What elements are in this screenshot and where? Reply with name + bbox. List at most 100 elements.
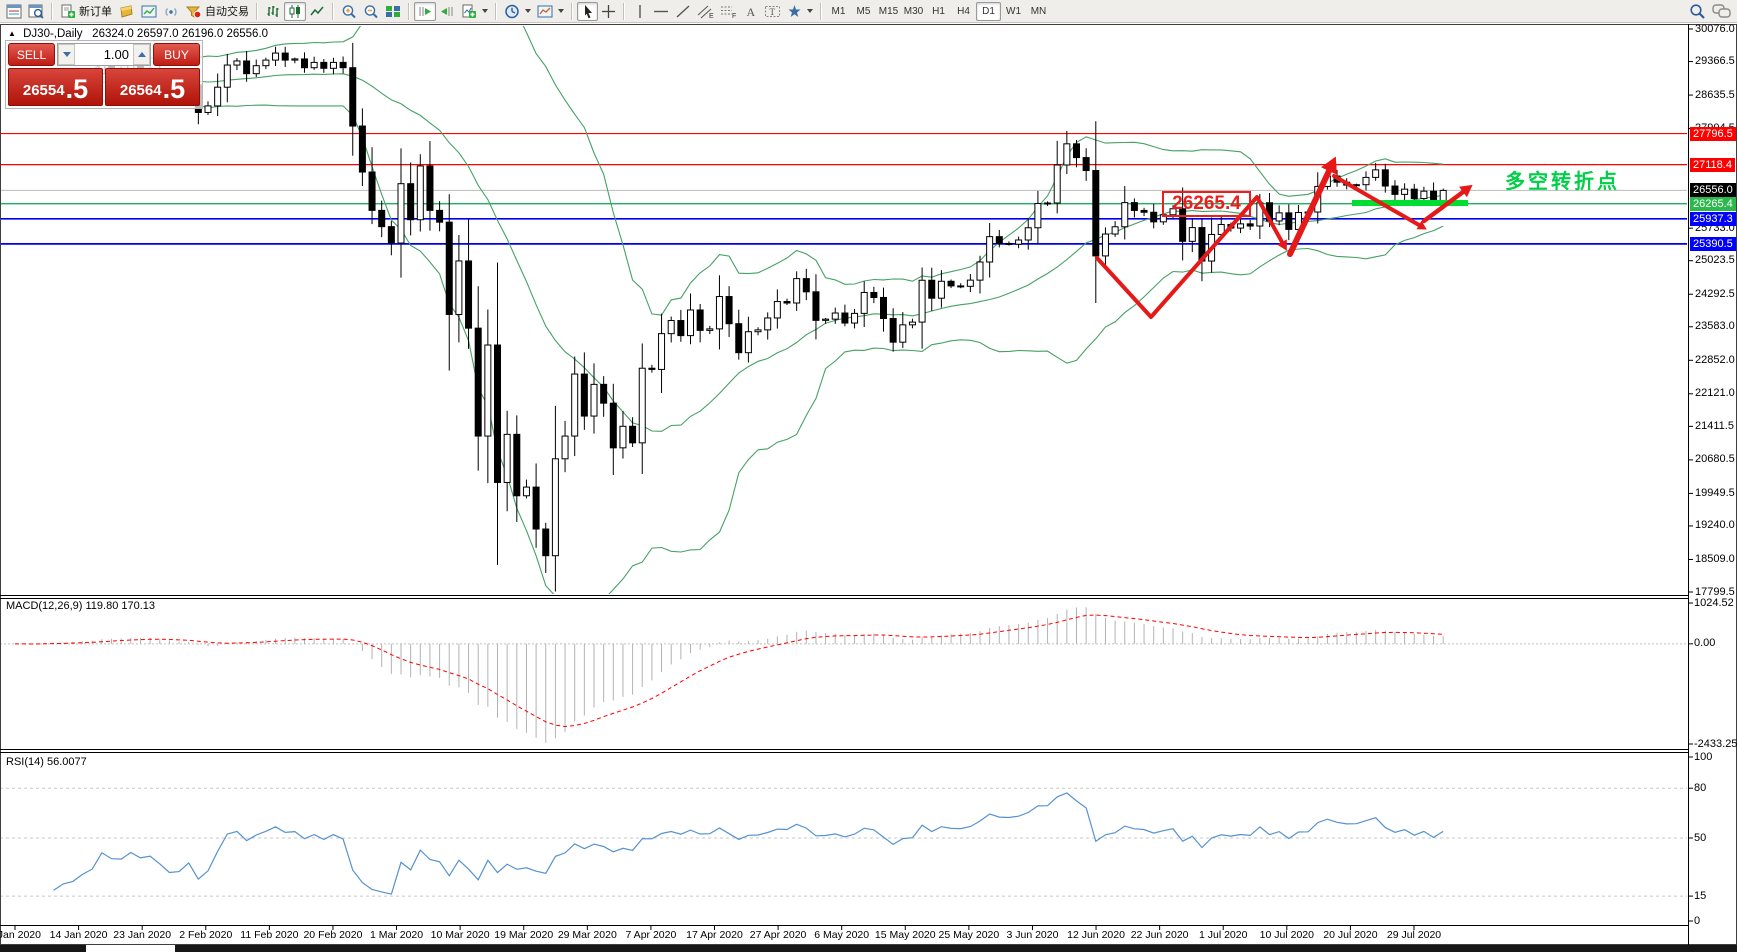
data-window-button[interactable]	[25, 2, 47, 21]
date-axis-label: 20 Feb 2020	[303, 929, 362, 941]
text-label-tool[interactable]: T	[761, 2, 784, 21]
bar-chart-icon	[265, 4, 281, 19]
macd-panel[interactable]	[0, 600, 1688, 748]
signal-icon	[163, 4, 179, 19]
cursor-tool-button[interactable]	[577, 2, 598, 21]
chart-shift-button[interactable]	[436, 2, 458, 21]
price-axis-tick: 29366.5	[1695, 55, 1735, 67]
volume-decrease-button[interactable]	[58, 44, 75, 65]
zoom-in-button[interactable]	[338, 2, 360, 21]
price-axis-tick: 22121.0	[1695, 387, 1735, 399]
sell-price-main: 26554	[23, 79, 65, 103]
timeframe-h4-button[interactable]: H4	[951, 2, 976, 21]
periods-button[interactable]	[501, 2, 534, 21]
arrows-icon	[787, 4, 802, 19]
indicator-seal-button[interactable]	[115, 2, 138, 21]
sell-button[interactable]: SELL	[8, 43, 55, 66]
tile-windows-button[interactable]	[382, 2, 404, 21]
text-icon: A	[744, 4, 757, 19]
template-icon	[537, 4, 553, 19]
market-watch-button[interactable]	[3, 2, 25, 21]
dropdown-caret	[807, 9, 813, 13]
timeframe-m1-button[interactable]: M1	[826, 2, 851, 21]
templates-button[interactable]	[534, 2, 567, 21]
chart-profile-button[interactable]	[138, 2, 160, 21]
toolbar: 新订单 自动交易	[0, 0, 1737, 23]
rsi-label: RSI(14) 56.0077	[6, 756, 87, 768]
timeframe-m15-button[interactable]: M15	[876, 2, 901, 21]
search-icon	[1689, 3, 1706, 19]
add-indicator-button[interactable]	[458, 2, 491, 21]
date-axis-label: 22 Jun 2020	[1131, 929, 1189, 941]
macd-axis-tick: -2433.25	[1694, 738, 1737, 750]
date-axis-label: 3 Jun 2020	[1006, 929, 1058, 941]
price-axis-tick: 30076.0	[1695, 23, 1735, 35]
candlestick-chart-button[interactable]	[284, 2, 306, 21]
new-order-button[interactable]: 新订单	[57, 2, 115, 21]
timeframe-group: M1M5M15M30H1H4D1W1MN	[826, 1, 1051, 22]
date-axis-label: 29 Jul 2020	[1387, 929, 1441, 941]
bottom-strip	[175, 945, 1737, 952]
equidistant-channel-tool[interactable]: E	[694, 2, 717, 21]
sell-price-button[interactable]: 26554 .5	[8, 68, 103, 106]
auto-trading-button[interactable]: 自动交易	[182, 2, 252, 21]
dropdown-caret	[482, 9, 488, 13]
bottom-strip	[0, 945, 86, 952]
buy-price-button[interactable]: 26564 .5	[105, 68, 200, 106]
signal-button[interactable]	[160, 2, 182, 21]
volume-increase-button[interactable]	[133, 44, 150, 65]
chat-button[interactable]	[1709, 2, 1734, 21]
buy-button[interactable]: BUY	[153, 43, 200, 66]
rsi-axis-tick: 50	[1694, 832, 1706, 844]
date-axis-label: 7 Apr 2020	[626, 929, 677, 941]
horizontal-line-tool[interactable]	[650, 2, 672, 21]
svg-text:A: A	[747, 5, 756, 19]
vertical-line-icon	[634, 4, 646, 19]
timeframe-h1-button[interactable]: H1	[926, 2, 951, 21]
rsi-axis-tick: 0	[1694, 915, 1700, 927]
horizontal-line-icon	[653, 4, 669, 19]
search-button[interactable]	[1686, 2, 1709, 21]
date-axis-label: 2 Feb 2020	[179, 929, 232, 941]
line-chart-button[interactable]	[306, 2, 328, 21]
one-click-trading-panel: SELL 1.00 BUY 26554 .5 26564 .5	[5, 40, 203, 109]
price-line-label: 26265.4	[1690, 197, 1736, 211]
crosshair-tool-button[interactable]	[598, 2, 619, 21]
price-axis-tick: 23583.0	[1695, 320, 1735, 332]
turning-point-annotation[interactable]: 多空转折点	[1505, 165, 1620, 194]
timeframe-w1-button[interactable]: W1	[1001, 2, 1026, 21]
fibonacci-tool[interactable]: F	[717, 2, 740, 21]
vertical-line-tool[interactable]	[629, 2, 650, 21]
svg-text:T: T	[770, 7, 776, 17]
fibonacci-icon: F	[720, 4, 737, 19]
price-axis-tick: 21411.5	[1695, 420, 1734, 432]
timeframe-d1-button[interactable]: D1	[976, 2, 1001, 21]
arrows-tool[interactable]	[784, 2, 816, 21]
price-line-label: 27118.4	[1690, 158, 1735, 172]
date-axis-label: 15 May 2020	[875, 929, 936, 941]
price-annotation-box[interactable]: 26265.4	[1162, 191, 1251, 217]
date-axis-label: 14 Jan 2020	[50, 929, 108, 941]
price-axis-tick: 22852.0	[1695, 354, 1735, 366]
toolbar-separator	[256, 3, 258, 20]
timeframe-m5-button[interactable]: M5	[851, 2, 876, 21]
bar-chart-button[interactable]	[262, 2, 284, 21]
rsi-axis-tick: 100	[1694, 751, 1712, 763]
auto-trading-label: 自动交易	[205, 3, 249, 19]
main-chart[interactable]	[0, 26, 1688, 594]
zoom-out-button[interactable]	[360, 2, 382, 21]
dropdown-caret	[525, 9, 531, 13]
text-tool[interactable]: A	[740, 2, 761, 21]
date-axis-label: 25 May 2020	[939, 929, 1000, 941]
volume-input[interactable]: 1.00	[75, 44, 133, 65]
macd-label: MACD(12,26,9) 119.80 170.13	[6, 600, 155, 612]
date-axis-label: 27 Apr 2020	[750, 929, 807, 941]
date-axis-label: 6 May 2020	[814, 929, 869, 941]
timeframe-mn-button[interactable]: MN	[1026, 2, 1051, 21]
collapse-arrow-icon[interactable]: ▲	[8, 29, 16, 38]
trendline-tool[interactable]	[672, 2, 694, 21]
buy-price-pips: .5	[163, 76, 186, 103]
auto-scroll-button[interactable]	[414, 2, 436, 21]
timeframe-m30-button[interactable]: M30	[901, 2, 926, 21]
rsi-panel[interactable]	[0, 754, 1688, 923]
